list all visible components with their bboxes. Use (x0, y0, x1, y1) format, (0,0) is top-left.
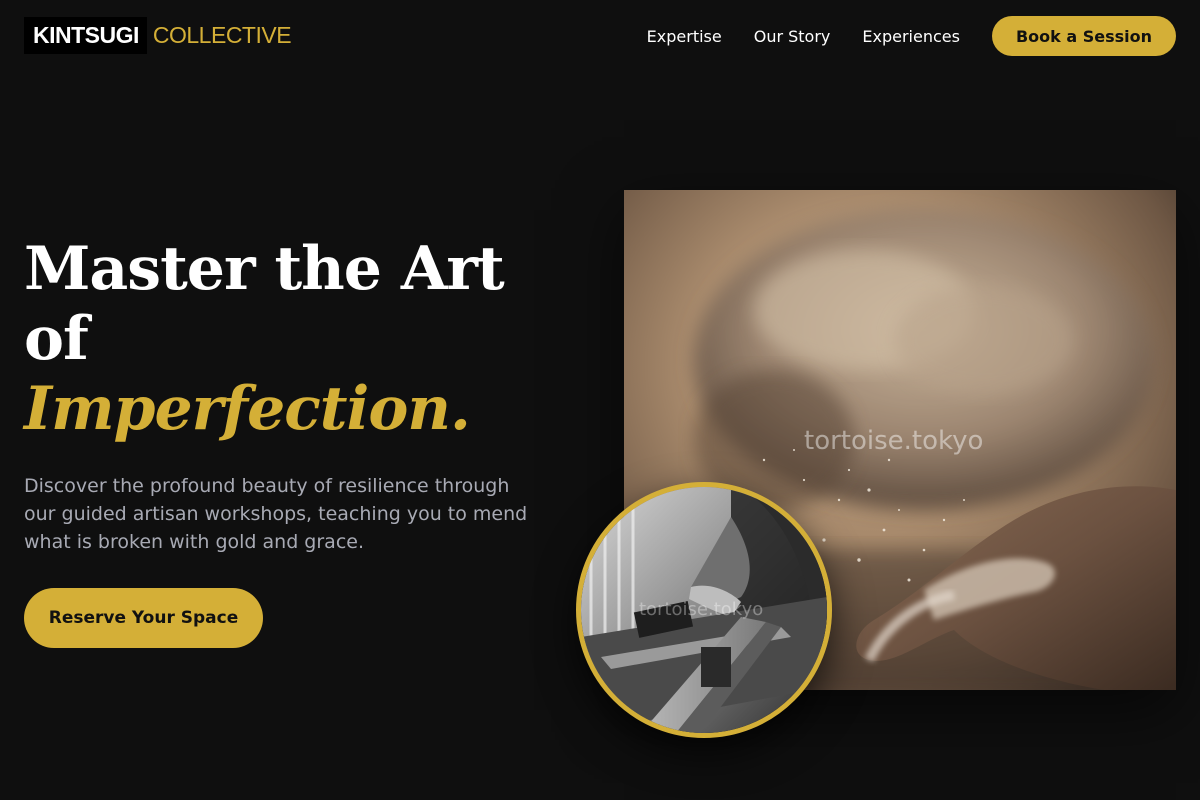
nav-link-expertise[interactable]: Expertise (647, 27, 722, 46)
reserve-space-button[interactable]: Reserve Your Space (24, 588, 263, 648)
nav-link-experiences[interactable]: Experiences (862, 27, 960, 46)
hero-title-accent: Imperfection. (24, 374, 471, 444)
nav-link-our-story[interactable]: Our Story (754, 27, 831, 46)
book-session-button[interactable]: Book a Session (991, 16, 1176, 56)
logo-primary-text: KINTSUGI (24, 17, 147, 54)
woodworker-table-saw-photo: tortoise.tokyo (576, 482, 832, 738)
main-nav: Expertise Our Story Experiences Book a S… (647, 16, 1176, 56)
inset-image-watermark: tortoise.tokyo (639, 599, 764, 620)
logo-secondary-text: COLLECTIVE (152, 22, 292, 48)
hero-description: Discover the profound beauty of resilien… (24, 475, 528, 553)
site-header: KINTSUGI COLLECTIVE Expertise Our Story … (0, 0, 1200, 72)
hero-title-line1: Master the Art (24, 234, 505, 304)
main-image-watermark: tortoise.tokyo (804, 426, 984, 456)
brand-logo[interactable]: KINTSUGI COLLECTIVE (24, 17, 292, 54)
hero-title: Master the Art of Imperfection. (24, 234, 564, 444)
hero-title-line2: of (24, 304, 89, 374)
